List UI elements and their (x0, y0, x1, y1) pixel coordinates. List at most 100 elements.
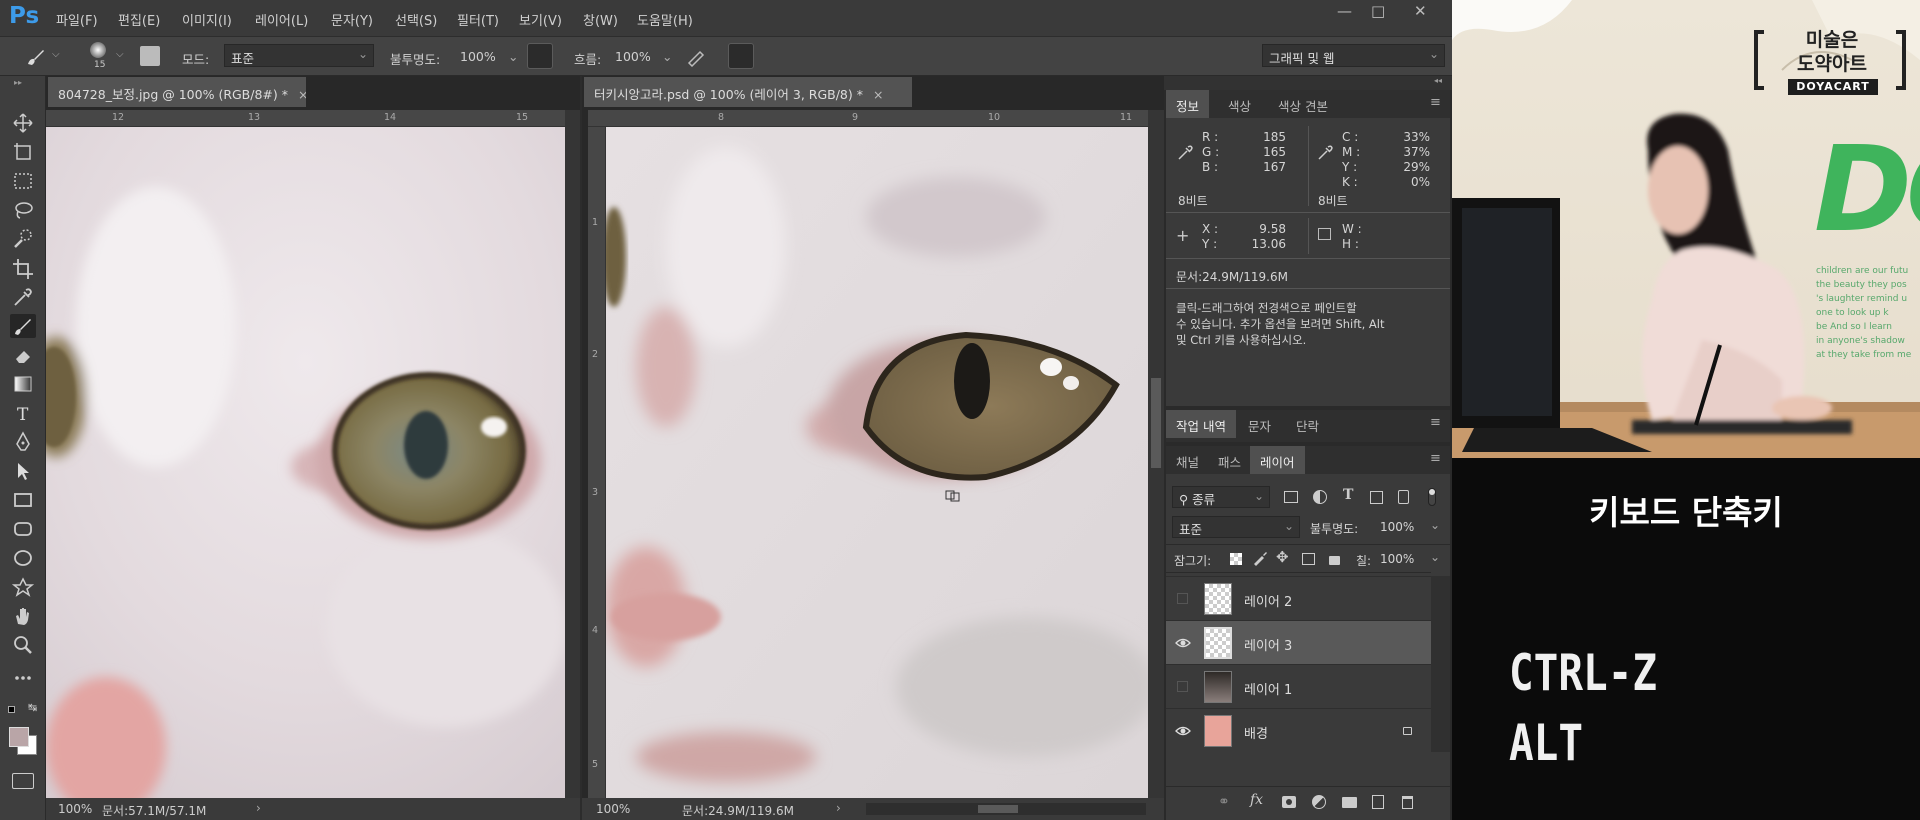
panel-menu-icon[interactable]: ≡ (1430, 451, 1441, 466)
lock-position-icon[interactable]: ✥ (1276, 548, 1289, 566)
maximize-icon[interactable]: □ (1371, 2, 1385, 20)
minimize-icon[interactable]: — (1337, 2, 1352, 20)
pressure-opacity-icon[interactable] (527, 43, 553, 69)
filter-pixel-icon[interactable] (1284, 491, 1298, 503)
brush-panel-icon[interactable] (140, 46, 160, 66)
layer-row[interactable]: 배경 (1166, 708, 1431, 752)
eye-icon[interactable] (1175, 723, 1191, 739)
tab-layers[interactable]: 레이어 (1250, 446, 1305, 474)
crop-tool-icon[interactable] (10, 256, 36, 280)
filter-smart-object-icon[interactable] (1398, 490, 1409, 504)
menu-edit[interactable]: 편집(E) (118, 10, 160, 29)
pressure-size-icon[interactable] (728, 43, 754, 69)
canvas-reference-photo[interactable] (46, 127, 565, 798)
tab-color[interactable]: 색상 (1218, 90, 1261, 118)
canvas-painting[interactable] (606, 127, 1148, 798)
tab-character[interactable]: 문자 (1238, 410, 1281, 438)
tab-info[interactable]: 정보 (1166, 90, 1210, 118)
tab-paths[interactable]: 패스 (1208, 446, 1251, 474)
gradient-tool-icon[interactable] (10, 372, 36, 396)
pen-tool-icon[interactable] (10, 430, 36, 454)
lock-pixels-icon[interactable] (1252, 550, 1268, 566)
default-colors-icon[interactable] (8, 706, 15, 713)
chevron-down-icon[interactable]: ⌵ (52, 49, 60, 60)
blend-mode-dropdown[interactable]: 표준 ⌄ (1172, 516, 1300, 538)
menu-file[interactable]: 파일(F) (56, 10, 98, 29)
collapse-icon[interactable]: ◂◂ (1434, 76, 1442, 85)
lock-all-icon[interactable] (1329, 556, 1340, 565)
zoom-tool-icon[interactable] (10, 633, 36, 657)
ellipse-tool-icon[interactable] (10, 546, 36, 570)
close-icon[interactable]: ✕ (1414, 2, 1427, 20)
menu-filter[interactable]: 필터(T) (457, 10, 499, 29)
brush-preset-icon[interactable] (90, 42, 106, 58)
filter-toggle[interactable] (1428, 488, 1436, 506)
tab-swatches[interactable]: 색상 견본 (1268, 90, 1338, 118)
menu-layer[interactable]: 레이어(L) (255, 10, 308, 29)
scrollbar-thumb[interactable] (1151, 378, 1161, 468)
flow-value[interactable]: 100% (615, 49, 651, 64)
marquee-tool-icon[interactable] (10, 169, 36, 193)
tab-document-1[interactable]: 804728_보정.jpg @ 100% (RGB/8#) * × (48, 77, 306, 107)
layer-opacity-value[interactable]: 100% (1380, 520, 1414, 534)
chevron-down-icon[interactable]: ⌄ (1430, 518, 1440, 532)
swap-colors-icon[interactable]: ↹ (28, 701, 37, 714)
rounded-rect-tool-icon[interactable] (10, 517, 36, 541)
panel-menu-icon[interactable]: ≡ (1430, 415, 1441, 430)
chevron-down-icon[interactable]: ⌄ (508, 49, 518, 64)
menu-view[interactable]: 보기(V) (519, 10, 562, 29)
filter-type-icon[interactable]: T (1343, 487, 1353, 503)
layer-row[interactable]: 레이어 2 (1166, 576, 1431, 620)
visibility-toggle-off[interactable] (1177, 681, 1188, 692)
close-icon[interactable]: × (873, 87, 883, 102)
layer-style-icon[interactable]: fx (1250, 792, 1263, 808)
brush-tool-icon[interactable] (10, 314, 36, 338)
delete-layer-icon[interactable] (1402, 796, 1413, 809)
zoom-level[interactable]: 100% (58, 802, 92, 816)
tab-channels[interactable]: 채널 (1166, 446, 1209, 474)
rectangle-tool-icon[interactable] (10, 488, 36, 512)
tab-history[interactable]: 작업 내역 (1166, 410, 1236, 438)
new-group-icon[interactable] (1342, 797, 1357, 808)
eyedropper-tool-icon[interactable] (10, 285, 36, 309)
workspace-dropdown[interactable]: 그래픽 및 웹 ⌄ (1262, 44, 1445, 67)
path-select-tool-icon[interactable] (10, 459, 36, 483)
menu-select[interactable]: 선택(S) (395, 10, 437, 29)
menu-window[interactable]: 창(W) (583, 10, 618, 29)
link-layers-icon[interactable]: ⚭ (1218, 794, 1230, 810)
layer-row[interactable]: 레이어 1 (1166, 664, 1431, 708)
lock-transparent-icon[interactable] (1230, 553, 1242, 565)
tab-paragraph[interactable]: 단락 (1286, 410, 1329, 438)
collapse-icon[interactable]: ▸▸ (14, 78, 22, 87)
hand-tool-icon[interactable] (10, 604, 36, 628)
lock-artboard-icon[interactable] (1302, 553, 1315, 565)
more-tools-icon[interactable] (10, 666, 36, 690)
adjustment-layer-icon[interactable] (1312, 795, 1326, 809)
quick-mask-icon[interactable] (12, 773, 34, 789)
mode-dropdown[interactable]: 표준 ⌄ (224, 44, 374, 67)
menu-help[interactable]: 도움말(H) (637, 10, 693, 29)
chevron-right-icon[interactable]: › (256, 801, 261, 815)
custom-shape-tool-icon[interactable] (10, 575, 36, 599)
quick-select-tool-icon[interactable] (10, 227, 36, 251)
scrollbar-vertical[interactable] (1148, 110, 1164, 798)
chevron-down-icon[interactable]: ⌵ (116, 49, 124, 60)
tab-document-2[interactable]: 터키시앙고라.psd @ 100% (레이어 3, RGB/8) * × (584, 77, 912, 107)
filter-adjustment-icon[interactable] (1313, 490, 1327, 504)
layer-name[interactable]: 레이어 1 (1244, 679, 1292, 698)
add-mask-icon[interactable] (1282, 796, 1296, 808)
lasso-tool-icon[interactable] (10, 198, 36, 222)
layer-name[interactable]: 레이어 3 (1244, 635, 1292, 654)
move-tool-icon[interactable] (10, 111, 36, 135)
chevron-right-icon[interactable]: › (836, 801, 841, 815)
scrollbar-horizontal[interactable] (866, 803, 1146, 815)
filter-shape-icon[interactable] (1370, 491, 1383, 504)
panel-menu-icon[interactable]: ≡ (1430, 95, 1441, 110)
scrollbar-thumb[interactable] (978, 805, 1018, 813)
eye-icon[interactable] (1175, 635, 1191, 651)
scrollbar-vertical[interactable] (1431, 576, 1450, 752)
artboard-tool-icon[interactable] (10, 140, 36, 164)
zoom-level[interactable]: 100% (596, 802, 630, 816)
layer-filter-dropdown[interactable]: ⚲ 종류 ⌄ (1172, 486, 1270, 508)
layer-name[interactable]: 레이어 2 (1244, 591, 1292, 610)
